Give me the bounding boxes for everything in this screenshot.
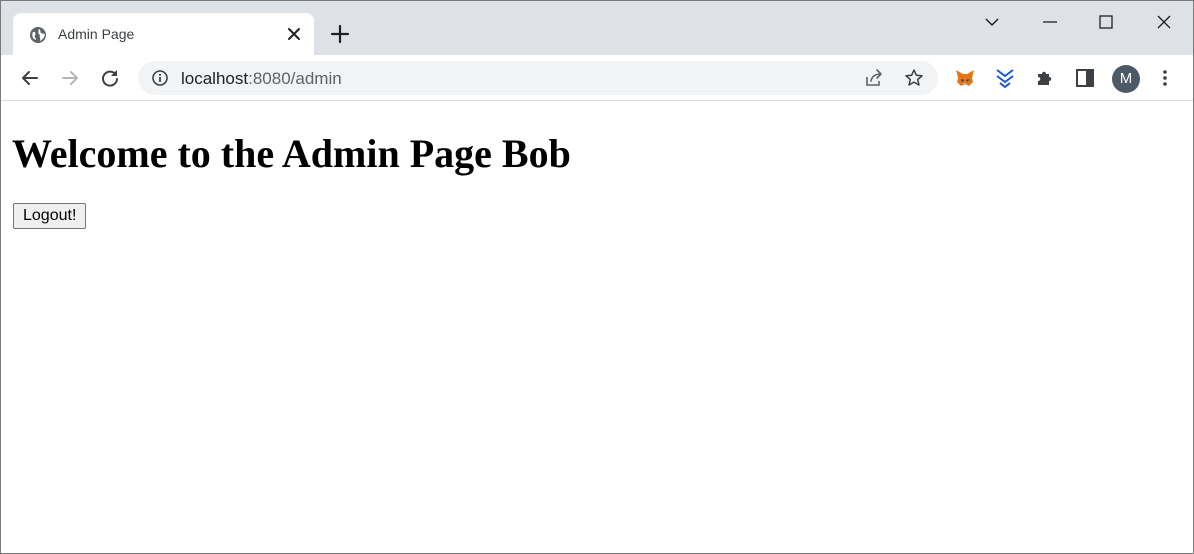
tab-title: Admin Page bbox=[58, 26, 135, 42]
globe-icon bbox=[29, 26, 47, 44]
browser-toolbar: localhost:8080/admin M bbox=[1, 55, 1193, 101]
forward-arrow-icon[interactable] bbox=[59, 67, 81, 89]
page-title: Welcome to the Admin Page Bob bbox=[12, 131, 571, 176]
extension-chevrons-icon[interactable] bbox=[994, 67, 1016, 89]
url-host: localhost bbox=[181, 69, 249, 88]
close-tab-icon[interactable] bbox=[286, 26, 302, 42]
url-path: :8080/admin bbox=[248, 69, 342, 88]
extensions-puzzle-icon[interactable] bbox=[1034, 67, 1056, 89]
browser-window: Admin Page localhost:8080/admin M Welcom… bbox=[0, 0, 1194, 554]
new-tab-icon[interactable] bbox=[329, 23, 351, 45]
side-panel-icon[interactable] bbox=[1074, 67, 1096, 89]
tab-admin-page[interactable]: Admin Page bbox=[13, 13, 314, 55]
logout-button[interactable]: Logout! bbox=[13, 203, 87, 229]
tab-strip: Admin Page bbox=[1, 1, 1193, 55]
minimize-icon[interactable] bbox=[1039, 11, 1061, 33]
site-info-icon[interactable] bbox=[151, 69, 169, 87]
address-bar[interactable]: localhost:8080/admin bbox=[138, 61, 938, 95]
menu-kebab-icon[interactable] bbox=[1154, 67, 1176, 89]
reload-icon[interactable] bbox=[99, 67, 121, 89]
close-window-icon[interactable] bbox=[1153, 11, 1175, 33]
metamask-fox-icon[interactable] bbox=[954, 67, 976, 89]
tab-search-chevron-icon[interactable] bbox=[981, 11, 1003, 33]
share-icon[interactable] bbox=[864, 68, 884, 88]
profile-avatar[interactable]: M bbox=[1112, 65, 1140, 93]
back-arrow-icon[interactable] bbox=[19, 67, 41, 89]
maximize-icon[interactable] bbox=[1095, 11, 1117, 33]
bookmark-star-icon[interactable] bbox=[904, 68, 924, 88]
url-text: localhost:8080/admin bbox=[181, 69, 342, 89]
page-content: Welcome to the Admin Page Bob Logout! bbox=[1, 102, 1193, 553]
